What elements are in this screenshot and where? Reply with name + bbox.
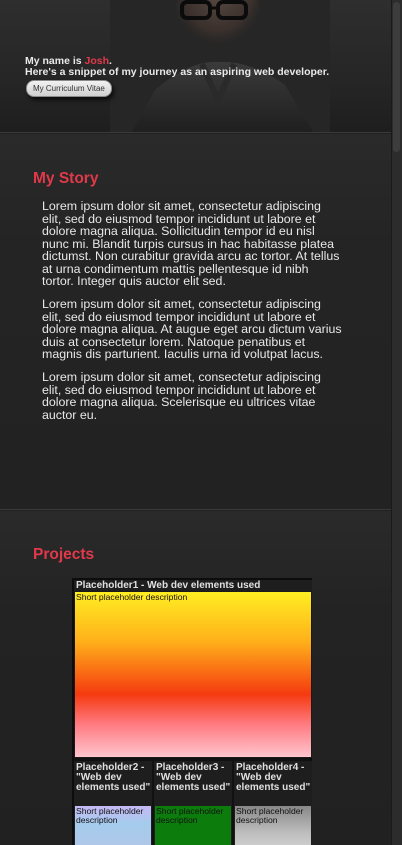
- story-body: Lorem ipsum dolor sit amet, consectetur …: [42, 200, 342, 432]
- project-description: Short placeholder description: [76, 592, 188, 602]
- project-description: Short placeholder description: [156, 806, 224, 825]
- project-thumbnail: Short placeholder description: [75, 806, 151, 845]
- project-thumbnail: Short placeholder description: [235, 806, 311, 845]
- project-title: Placeholder4 - "Web dev elements used": [234, 761, 312, 805]
- project-card-1[interactable]: Placeholder1 - Web dev elements used Sho…: [74, 580, 312, 758]
- project-description: Short placeholder description: [76, 806, 144, 825]
- project-grid: Placeholder1 - Web dev elements used Sho…: [72, 578, 312, 845]
- project-title: Placeholder3 - "Web dev elements used": [154, 761, 232, 805]
- story-paragraph: Lorem ipsum dolor sit amet, consectetur …: [42, 297, 342, 361]
- story-paragraph: Lorem ipsum dolor sit amet, consectetur …: [42, 199, 340, 288]
- project-thumbnail: Short placeholder description: [75, 592, 311, 757]
- project-title: Placeholder1 - Web dev elements used: [74, 580, 312, 591]
- page-scrollbar[interactable]: [391, 0, 402, 845]
- project-card-4[interactable]: Placeholder4 - "Web dev elements used" S…: [234, 761, 312, 845]
- project-card-3[interactable]: Placeholder3 - "Web dev elements used" S…: [154, 761, 232, 845]
- hero-intro: My name is Josh. Here's a snippet of my …: [25, 56, 329, 78]
- project-title: Placeholder2 - "Web dev elements used": [74, 761, 152, 805]
- cv-button[interactable]: My Curriculum Vitae: [26, 80, 112, 97]
- scrollbar-thumb[interactable]: [393, 2, 400, 152]
- hero-banner: My name is Josh. Here's a snippet of my …: [0, 0, 391, 133]
- story-paragraph: Lorem ipsum dolor sit amet, consectetur …: [42, 370, 321, 422]
- projects-section: Projects Placeholder1 - Web dev elements…: [0, 511, 391, 845]
- story-section: My Story Lorem ipsum dolor sit amet, con…: [0, 134, 391, 510]
- projects-heading: Projects: [33, 546, 95, 563]
- hero-tagline: Here's a snippet of my journey as an asp…: [25, 66, 330, 78]
- project-description: Short placeholder description: [236, 806, 304, 825]
- project-card-2[interactable]: Placeholder2 - "Web dev elements used" S…: [74, 761, 152, 845]
- story-heading: My Story: [33, 170, 99, 187]
- project-thumbnail: Short placeholder description: [155, 806, 231, 845]
